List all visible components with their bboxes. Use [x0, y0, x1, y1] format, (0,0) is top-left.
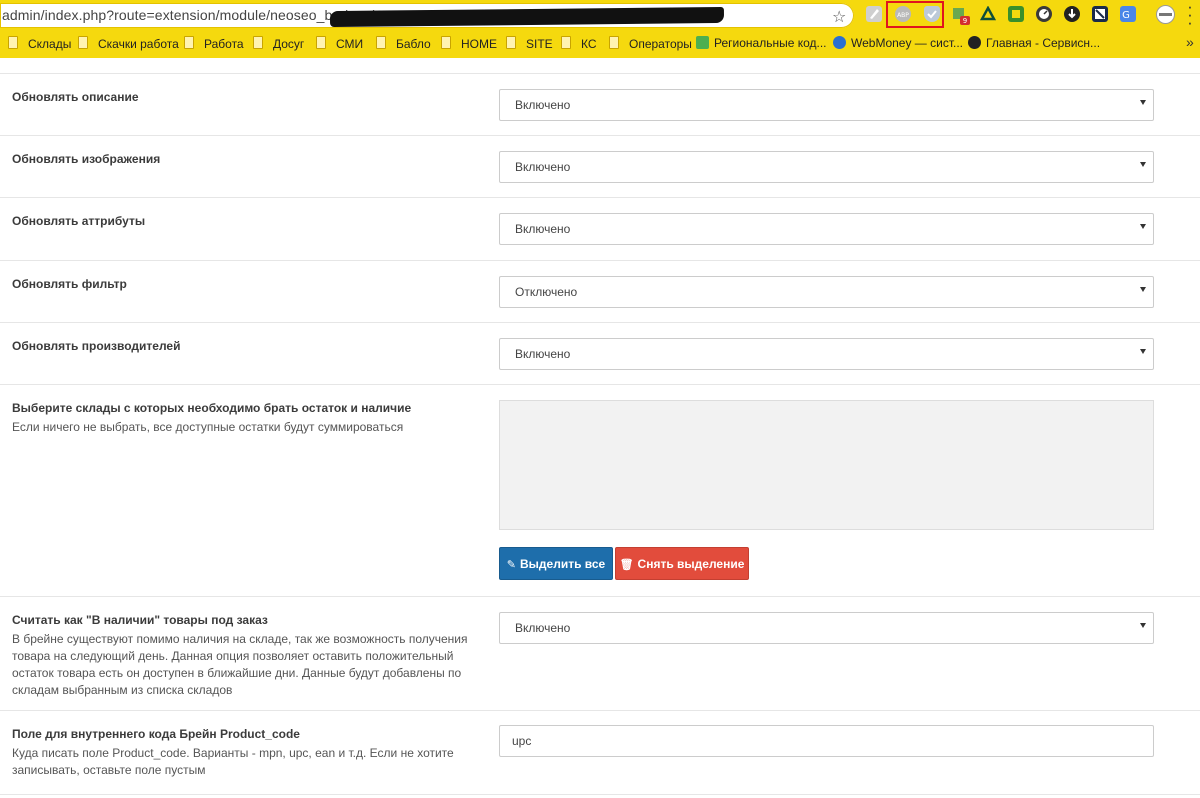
caret-down-icon	[1140, 100, 1146, 105]
form-row-update-images: Обновлять изображения Включено	[0, 135, 1200, 197]
pen-icon[interactable]	[866, 6, 882, 22]
folder-icon	[253, 36, 263, 49]
caret-down-icon	[1140, 287, 1146, 292]
form-row-divider	[0, 794, 1200, 798]
field-label: Обновлять производителей	[12, 339, 181, 353]
folder-icon	[78, 36, 88, 49]
form-row-update-attributes: Обновлять аттрибуты Включено	[0, 197, 1200, 260]
deselect-all-button[interactable]: 🗑 Снять выделение	[615, 547, 749, 580]
folder-icon	[441, 36, 451, 49]
bookmark-item[interactable]: Региональные код...	[696, 36, 827, 52]
form-row-preorder: Считать как "В наличии" товары под заказ…	[0, 596, 1200, 710]
update-images-select[interactable]: Включено	[499, 151, 1154, 183]
globe-favicon-icon	[968, 36, 981, 49]
field-help: Куда писать поле Product_code. Варианты …	[12, 746, 454, 777]
bookmark-star-icon[interactable]: ☆	[832, 7, 846, 27]
bookmarks-overflow-icon[interactable]: »	[1186, 34, 1194, 50]
form-row-update-filter: Обновлять фильтр Отключено	[0, 260, 1200, 322]
field-label: Обновлять описание	[12, 90, 139, 104]
folder-icon	[561, 36, 571, 49]
folder-icon	[316, 36, 326, 49]
field-label: Обновлять аттрибуты	[12, 214, 146, 228]
caret-down-icon	[1140, 224, 1146, 229]
field-help: Если ничего не выбрать, все доступные ос…	[12, 420, 404, 434]
bookmark-item[interactable]: КС	[561, 36, 597, 52]
bookmark-item[interactable]: SITE	[506, 36, 553, 52]
green-square-icon[interactable]	[1008, 6, 1024, 22]
redacted-url-part	[329, 6, 725, 28]
pencil-icon: ✎	[506, 559, 516, 571]
settings-form: Обновлять описание Включено Обновлять из…	[0, 58, 1200, 798]
bookmark-item[interactable]: Работа	[184, 36, 244, 52]
chart-favicon-icon	[696, 36, 709, 49]
profile-icon[interactable]	[1156, 5, 1175, 24]
bookmark-item[interactable]: Главная - Сервисн...	[968, 36, 1100, 52]
warehouses-listbox[interactable]	[499, 400, 1154, 530]
bookmark-item[interactable]: СМИ	[316, 36, 363, 52]
caret-down-icon	[1140, 623, 1146, 628]
svg-text:G: G	[1122, 10, 1130, 21]
bookmark-item[interactable]: Скачки работа	[78, 36, 179, 52]
svg-text:9: 9	[963, 17, 967, 25]
address-bar[interactable]: admin/index.php?route=extension/module/n…	[0, 3, 854, 28]
field-label: Обновлять фильтр	[12, 277, 127, 291]
product-code-input[interactable]	[500, 726, 1153, 756]
box-icon[interactable]	[1092, 6, 1108, 22]
folder-icon	[8, 36, 18, 49]
translate-icon[interactable]: G	[1120, 6, 1136, 22]
preorder-select[interactable]: Включено	[499, 612, 1154, 644]
folder-icon	[376, 36, 386, 49]
field-label: Поле для внутреннего кода Брейн Product_…	[12, 727, 300, 741]
folder-icon	[609, 36, 619, 49]
highlight-annotation	[886, 1, 944, 28]
select-all-button[interactable]: ✎ Выделить все	[499, 547, 613, 580]
form-row-update-description: Обновлять описание Включено	[0, 73, 1200, 135]
trash-icon: 🗑	[619, 559, 634, 571]
product-code-field[interactable]	[499, 725, 1154, 757]
form-row-product-code: Поле для внутреннего кода Брейн Product_…	[0, 710, 1200, 794]
folder-icon	[506, 36, 516, 49]
caret-down-icon	[1140, 349, 1146, 354]
webmoney-favicon-icon	[833, 36, 846, 49]
bookmarks-bar: Склады Скачки работа Работа Досуг СМИ Ба…	[0, 30, 1200, 59]
update-attributes-select[interactable]: Включено	[499, 213, 1154, 245]
field-label: Выберите склады с которых необходимо бра…	[12, 401, 412, 415]
field-help: В брейне существуют помимо наличия на ск…	[12, 632, 468, 697]
bookmark-item[interactable]: Бабло	[376, 36, 431, 52]
caret-down-icon	[1140, 162, 1146, 167]
bookmark-item[interactable]: WebMoney — сист...	[833, 36, 963, 52]
folder-icon	[184, 36, 194, 49]
update-filter-select[interactable]: Отключено	[499, 276, 1154, 308]
download-icon[interactable]	[1064, 6, 1080, 22]
bookmark-item[interactable]: Склады	[8, 36, 71, 52]
menu-icon[interactable]: · · ·	[1185, 0, 1195, 31]
drive-icon[interactable]	[979, 5, 997, 22]
browser-toolbar: admin/index.php?route=extension/module/n…	[0, 0, 1200, 31]
bookmark-item[interactable]: Операторы	[609, 36, 692, 52]
form-row-update-manufacturers: Обновлять производителей Включено	[0, 322, 1200, 384]
bookmark-item[interactable]: Досуг	[253, 36, 304, 52]
update-description-select[interactable]: Включено	[499, 89, 1154, 121]
form-row-warehouses: Выберите склады с которых необходимо бра…	[0, 384, 1200, 596]
puzzle-badge-icon[interactable]: 9	[952, 6, 970, 25]
field-label: Считать как "В наличии" товары под заказ	[12, 613, 268, 627]
speedometer-icon[interactable]	[1036, 6, 1052, 22]
address-url[interactable]: admin/index.php?route=extension/module/n…	[2, 7, 385, 23]
bookmark-item[interactable]: HOME	[441, 36, 497, 52]
field-label: Обновлять изображения	[12, 152, 161, 166]
update-manufacturers-select[interactable]: Включено	[499, 338, 1154, 370]
